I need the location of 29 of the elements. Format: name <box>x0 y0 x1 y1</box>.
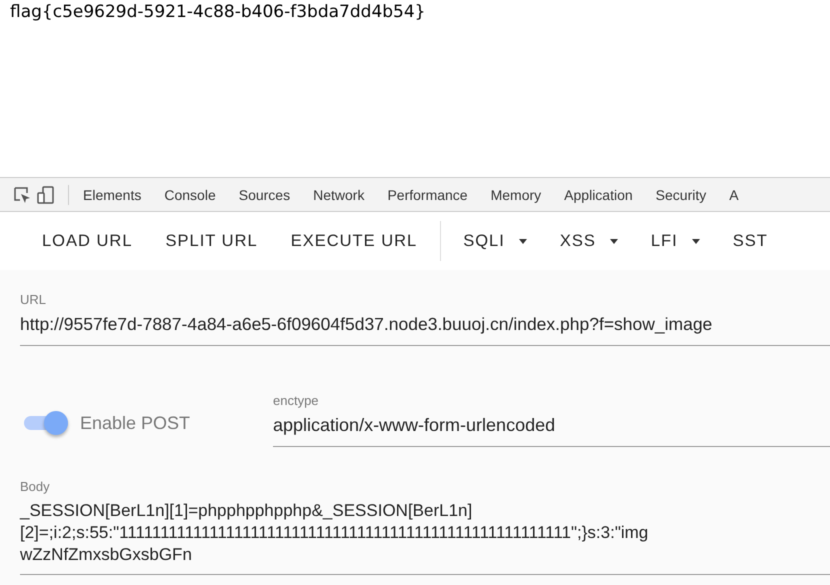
toggle-label: Enable POST <box>80 412 190 434</box>
menu-button[interactable]: XSS <box>544 224 634 258</box>
menu-button[interactable]: LFI <box>634 224 716 258</box>
enctype-field[interactable]: application/x-www-form-urlencoded <box>273 408 830 447</box>
devtools-tab[interactable]: Security <box>648 178 714 211</box>
field-label: Body <box>20 479 51 494</box>
menu-button[interactable]: SQLI <box>447 224 543 258</box>
url-field[interactable]: http://9557fe7d-7887-4a84-a6e5-6f09604f5d37.node3.buuoj.cn/index.php?f=show_image <box>20 307 830 346</box>
field-label: URL <box>20 292 48 307</box>
devtools-tab[interactable]: Memory <box>484 178 548 211</box>
devtools-tab[interactable]: Elements <box>76 178 148 211</box>
devtools-tab[interactable]: Sources <box>232 178 298 211</box>
inspect-icon[interactable] <box>12 184 32 204</box>
flag-text: flag{c5e9629d-5921-4c88-b406-f3bda7dd4b54} <box>10 2 426 22</box>
device-icon[interactable] <box>36 184 56 204</box>
body-field[interactable]: _SESSION[BerL1n][1]=phpphpphpphp&_SESSION[BerL1n] [2]=;i:2;s:55:"1111111111111111111111111111111111111111111111111111111";}s:3:"img wZzNfZmxsbGxsbGFn <box>20 494 830 575</box>
toolbar-button[interactable]: SPLIT URL <box>150 224 274 258</box>
devtools-tab[interactable]: A <box>722 178 746 211</box>
field-label: enctype <box>273 393 320 408</box>
devtools-tab[interactable]: Console <box>157 178 223 211</box>
devtools-tab[interactable]: Application <box>557 178 640 211</box>
caret-icon <box>610 238 618 244</box>
caret-icon <box>692 238 700 244</box>
caret-icon <box>518 238 527 244</box>
devtools-tab[interactable]: Performance <box>380 178 475 211</box>
toolbar-button[interactable]: SST <box>716 224 784 258</box>
toolbar-button[interactable]: EXECUTE URL <box>274 224 434 258</box>
devtools-tab[interactable]: Network <box>306 178 372 211</box>
toolbar-button[interactable]: LOAD URL <box>26 224 149 258</box>
